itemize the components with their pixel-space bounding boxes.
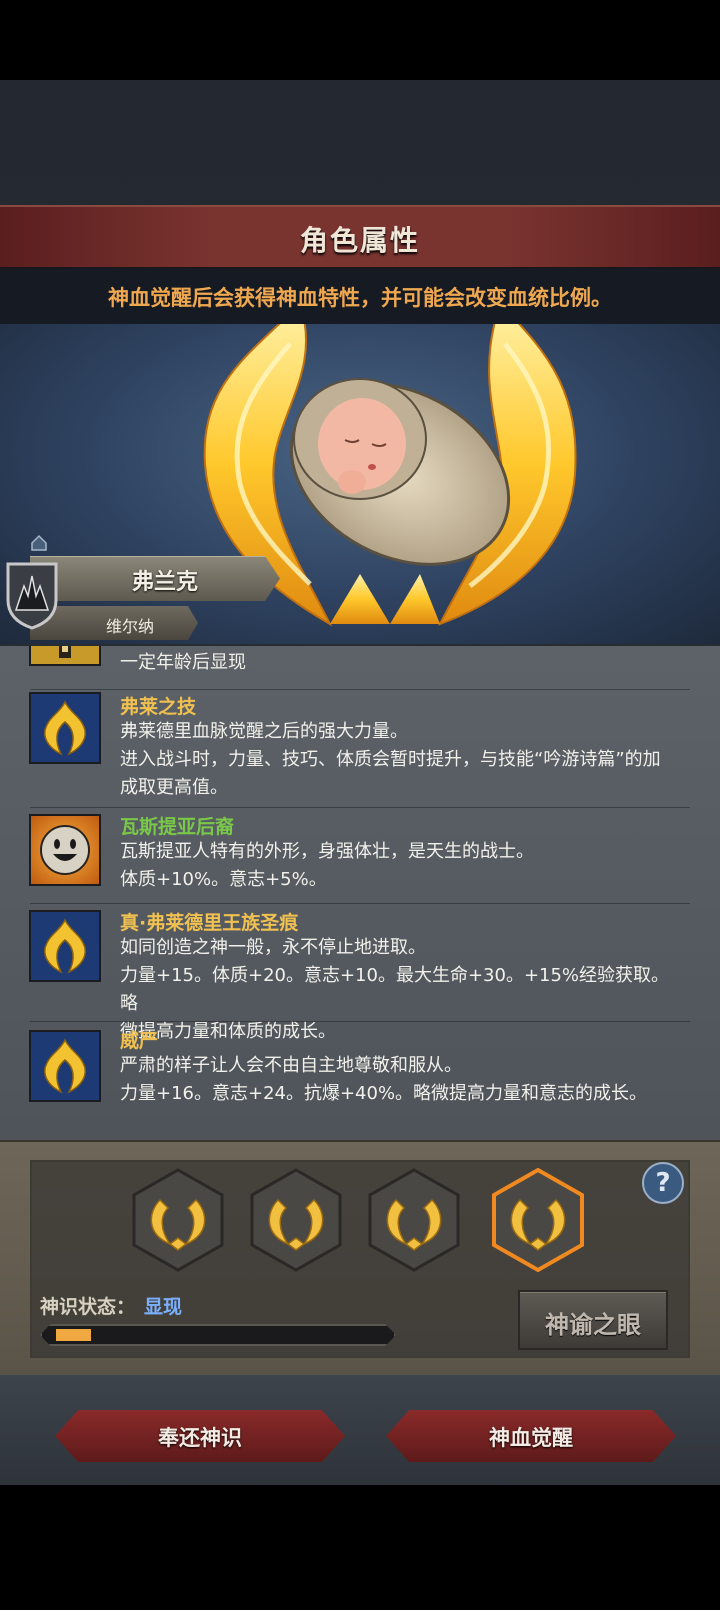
trait-desc-line: 力量+15。体质+20。意志+10。最大生命+30。+15%经验获取。略 <box>120 965 670 1014</box>
trait-list[interactable]: 一定年龄后显现 弗莱之技 弗莱德里血脉觉醒之后的强大力量。 进入战斗时，力量、技… <box>0 646 720 1140</box>
golden-crest-icon <box>29 910 101 982</box>
golden-crest-icon <box>29 1030 101 1102</box>
divine-blood-awaken-button[interactable]: 神血觉醒 <box>386 1410 676 1462</box>
trait-desc-line: 严肃的样子让人会不由自主地尊敬和服从。 <box>120 1055 462 1076</box>
list-item: 真·弗莱德里王族圣痕 如同创造之神一般，永不停止地进取。 力量+15。体质+20… <box>0 904 720 1042</box>
trait-desc-line: 体质+10%。意志+5%。 <box>120 869 327 890</box>
character-name: 弗兰克 <box>131 570 198 595</box>
family-name: 维尔纳 <box>105 617 154 636</box>
title-bar: 角色属性 <box>0 205 720 269</box>
divine-status-label: 神识状态： <box>40 1296 136 1318</box>
list-item: 瓦斯提亚后裔 瓦斯提亚人特有的外形，身强体壮，是天生的战士。 体质+10%。意志… <box>0 808 720 904</box>
hint-bar: 神血觉醒后会获得神血特性，并可能会改变血统比例。 <box>0 267 720 324</box>
list-item: 弗莱之技 弗莱德里血脉觉醒之后的强大力量。 进入战斗时，力量、技巧、体质会暂时提… <box>0 690 720 808</box>
smiley-face-icon <box>29 814 101 886</box>
trait-desc: 一定年龄后显现 <box>120 652 246 673</box>
awaken-button-label: 神血觉醒 <box>489 1426 573 1450</box>
divine-progress-fill <box>56 1329 91 1341</box>
list-item: 威严 严肃的样子让人会不由自主地尊敬和服从。 力量+16。意志+24。抗爆+40… <box>0 1022 720 1140</box>
trait-desc-line: 力量+16。意志+24。抗爆+40%。略微提高力量和意志的成长。 <box>120 1083 648 1104</box>
trait-title: 威严 <box>120 1030 159 1052</box>
trait-title: 真·弗莱德里王族圣痕 <box>120 912 299 934</box>
oracle-eye-button[interactable]: 神谕之眼 <box>518 1290 668 1350</box>
trait-desc-line: 成取更高值。 <box>120 777 228 798</box>
family-shield-icon[interactable] <box>4 560 60 630</box>
hint-text: 神血觉醒后会获得神血特性，并可能会改变血统比例。 <box>108 286 612 310</box>
trait-title: 瓦斯提亚后裔 <box>120 816 235 838</box>
return-button-label: 奉还神识 <box>158 1426 242 1450</box>
trait-desc-line: 如同创造之神一般，永不停止地进取。 <box>120 937 426 958</box>
house-icon <box>31 534 47 551</box>
divine-slot-2[interactable] <box>248 1168 344 1272</box>
oracle-eye-label: 神谕之眼 <box>545 1311 641 1339</box>
trait-desc-line: 弗莱德里血脉觉醒之后的强大力量。 <box>120 721 408 742</box>
help-button[interactable]: ? <box>642 1162 684 1204</box>
divine-slot-4-selected[interactable] <box>490 1168 586 1272</box>
golden-crest-icon <box>29 692 101 764</box>
page-title: 角色属性 <box>299 224 420 257</box>
divine-slot-3[interactable] <box>366 1168 462 1272</box>
trait-desc-line: 瓦斯提亚人特有的外形，身强体壮，是天生的战士。 <box>120 841 534 862</box>
list-item: 一定年龄后显现 <box>0 646 720 690</box>
return-divine-sense-button[interactable]: 奉还神识 <box>55 1410 345 1462</box>
bottom-bar <box>0 1485 720 1610</box>
trait-title: 弗莱之技 <box>120 696 197 718</box>
trait-desc-line: 进入战斗时，力量、技巧、体质会暂时提升，与技能“吟游诗篇”的加 <box>120 749 661 770</box>
locked-trait-icon <box>29 646 101 666</box>
divine-slot-1[interactable] <box>130 1168 226 1272</box>
divine-status-value: 显现 <box>144 1296 183 1318</box>
divine-progress-bar <box>40 1324 396 1346</box>
